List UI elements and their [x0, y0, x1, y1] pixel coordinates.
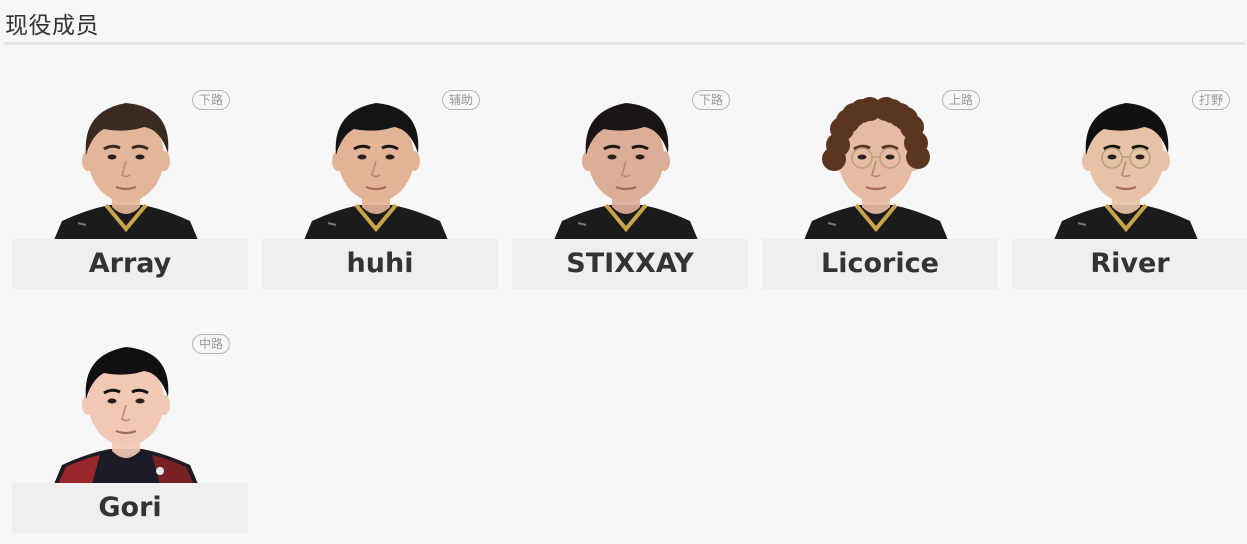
player-card[interactable]: 下路 Array — [12, 45, 248, 289]
player-card[interactable]: 辅助 huhi — [262, 45, 498, 289]
player-name[interactable]: Licorice — [762, 239, 998, 289]
player-name[interactable]: Gori — [12, 483, 248, 533]
player-name[interactable]: STIXXAY — [512, 239, 748, 289]
player-name[interactable]: River — [1012, 239, 1247, 289]
player-portrait — [548, 89, 704, 240]
player-portrait — [298, 89, 454, 240]
player-portrait — [48, 333, 204, 484]
player-card[interactable]: 打野 River — [1012, 45, 1247, 289]
player-name[interactable]: huhi — [262, 239, 498, 289]
section-title: 现役成员 — [5, 13, 99, 39]
player-portrait — [48, 89, 204, 240]
player-portrait — [798, 89, 954, 240]
player-name[interactable]: Array — [12, 239, 248, 289]
player-card[interactable]: 上路 Licorice — [762, 45, 998, 289]
section-header: 现役成员 — [4, 0, 1245, 45]
player-portrait — [1048, 89, 1204, 240]
player-card[interactable]: 下路 STIXXAY — [512, 45, 748, 289]
player-card[interactable]: 中路 Gori — [12, 289, 248, 533]
